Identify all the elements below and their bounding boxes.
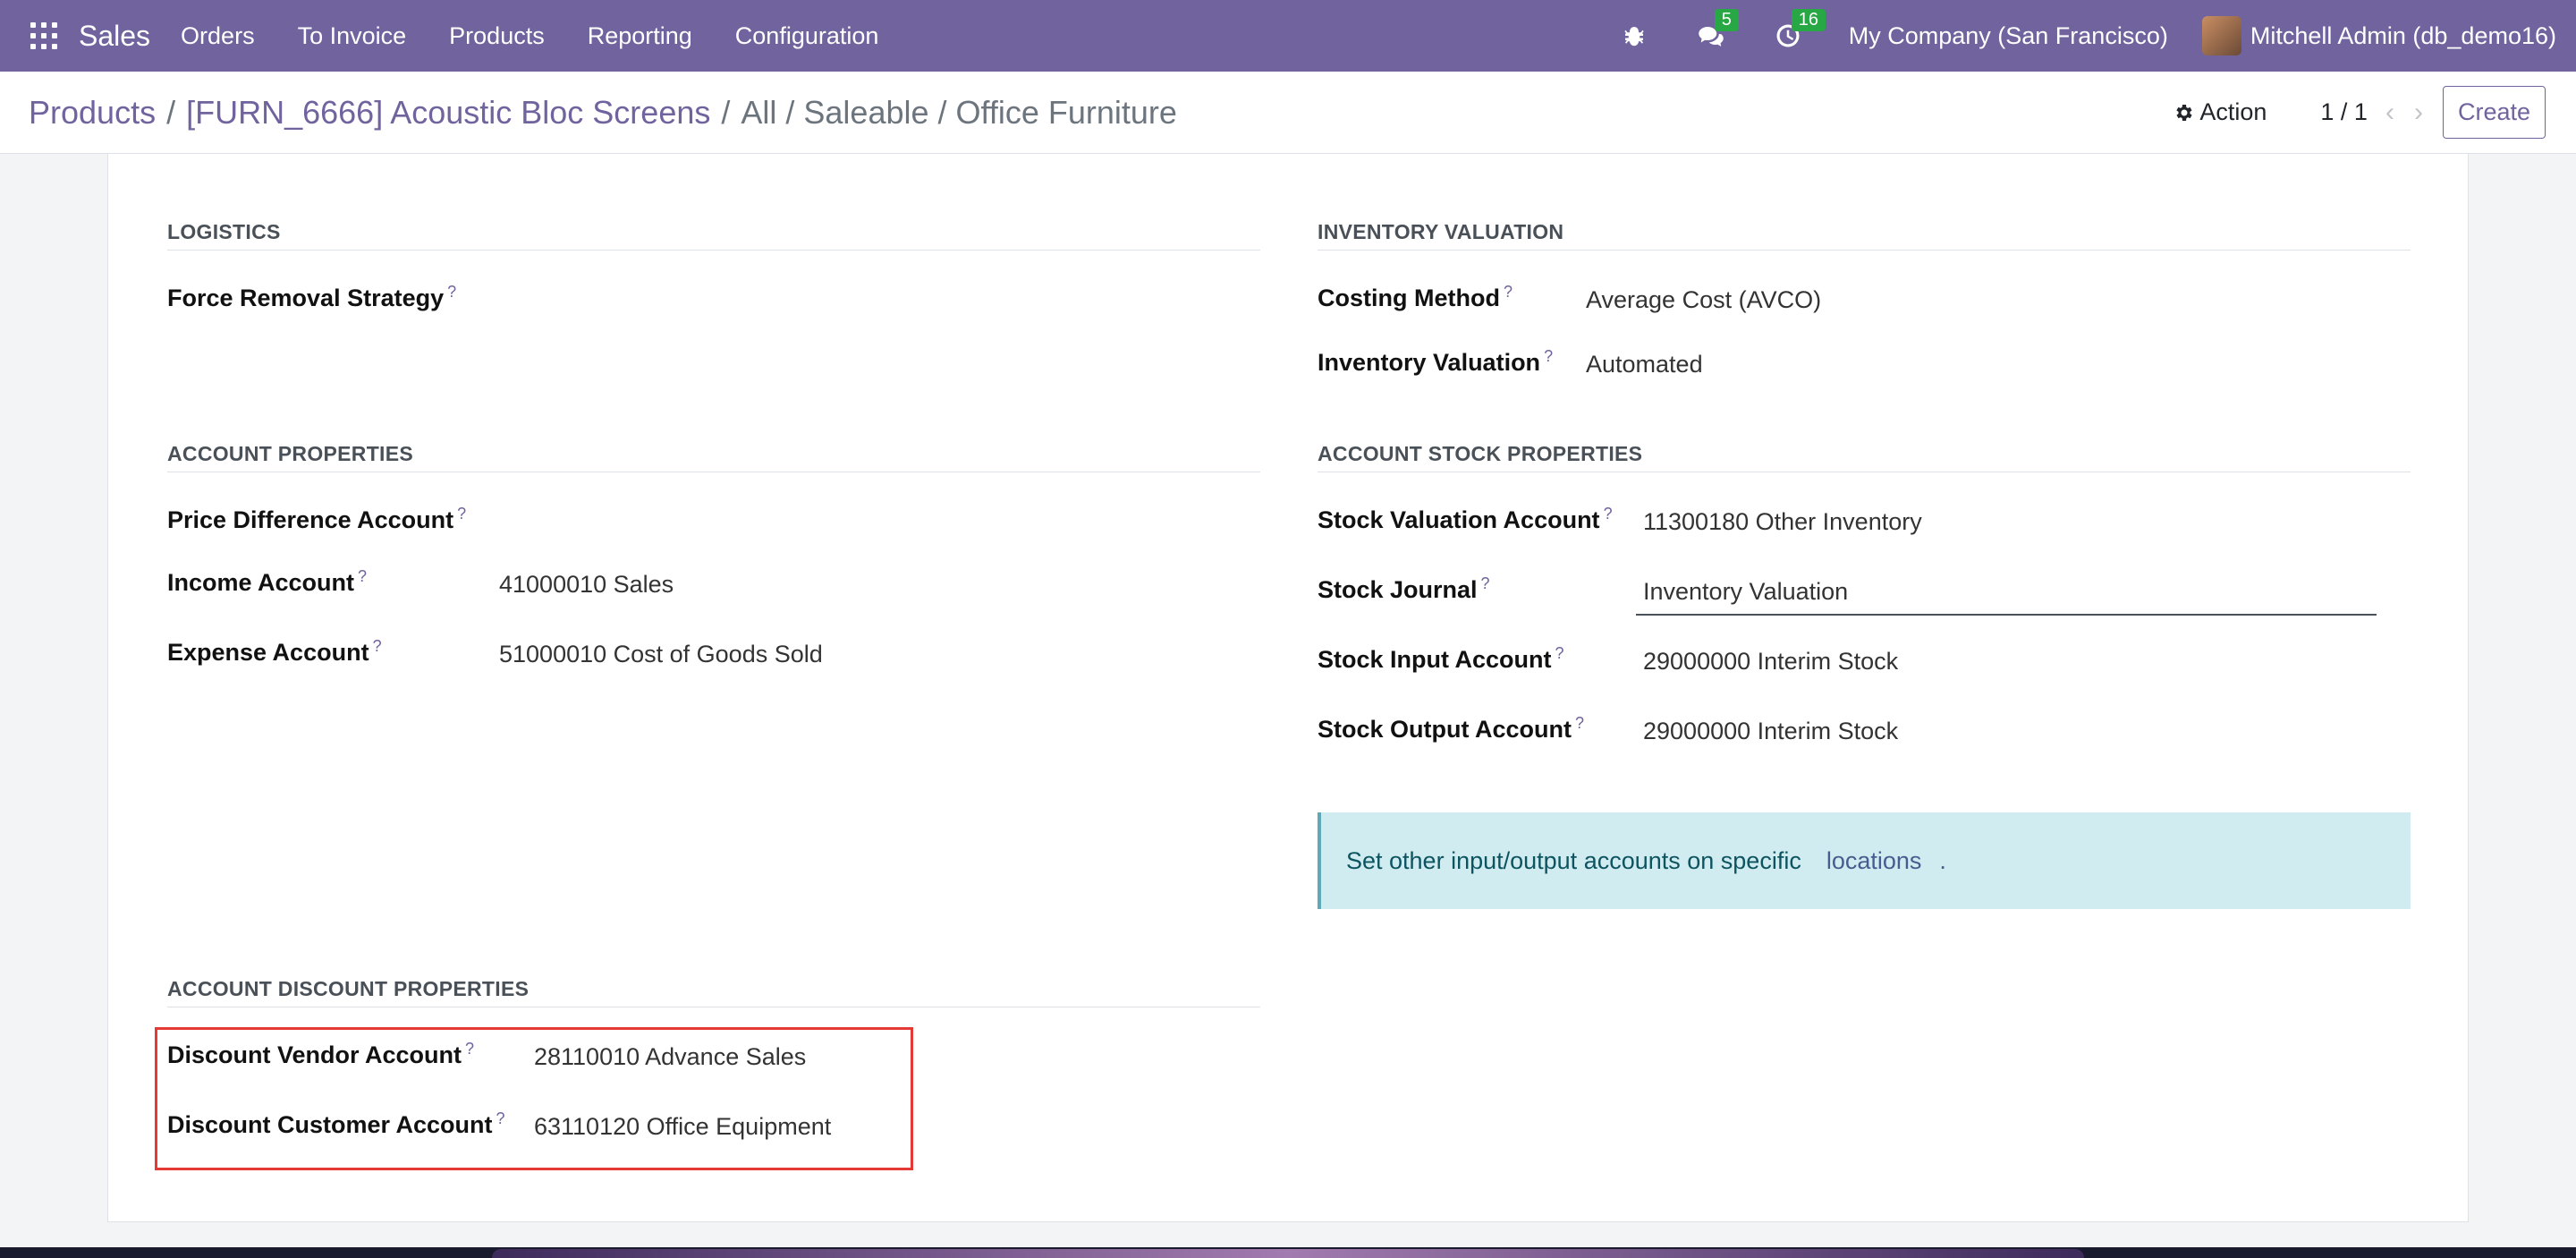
breadcrumb-separator: / bbox=[721, 93, 731, 131]
app-menu-icon[interactable] bbox=[30, 22, 57, 49]
account-properties-group: ACCOUNT PROPERTIES bbox=[167, 442, 1260, 472]
breadcrumb-category: All / Saleable / Office Furniture bbox=[741, 93, 1177, 131]
force-removal-row: Force Removal Strategy? bbox=[167, 283, 456, 312]
menu-reporting[interactable]: Reporting bbox=[588, 22, 692, 50]
income-account-label: Income Account? bbox=[167, 567, 368, 596]
breadcrumb-products[interactable]: Products bbox=[29, 94, 156, 132]
locations-link[interactable]: locations bbox=[1826, 847, 1922, 875]
help-icon: ? bbox=[1503, 283, 1513, 301]
control-panel: Products / [FURN_6666] Acoustic Bloc Scr… bbox=[0, 72, 2576, 154]
help-icon: ? bbox=[1603, 505, 1613, 523]
help-icon: ? bbox=[1480, 574, 1490, 592]
inventory-valuation-row: Inventory Valuation? bbox=[1318, 347, 1553, 377]
action-label: Action bbox=[2199, 98, 2267, 125]
inventory-valuation-title: INVENTORY VALUATION bbox=[1318, 220, 2411, 251]
menu-products[interactable]: Products bbox=[449, 22, 545, 50]
expense-account-row: Expense Account? bbox=[167, 637, 382, 667]
logistics-group: LOGISTICS bbox=[167, 220, 1260, 251]
menu-to-invoice[interactable]: To Invoice bbox=[298, 22, 407, 50]
menu-orders[interactable]: Orders bbox=[181, 22, 255, 50]
account-stock-properties-title: ACCOUNT STOCK PROPERTIES bbox=[1318, 442, 2411, 472]
help-icon: ? bbox=[447, 283, 457, 301]
user-menu[interactable]: Mitchell Admin (db_demo16) bbox=[2250, 22, 2556, 50]
stock-valuation-account-value[interactable]: 11300180 Other Inventory bbox=[1643, 508, 1922, 536]
inventory-valuation-group: INVENTORY VALUATION bbox=[1318, 220, 2411, 251]
top-navbar: Sales Orders To Invoice Products Reporti… bbox=[0, 0, 2576, 72]
menu-configuration[interactable]: Configuration bbox=[735, 22, 879, 50]
logistics-title: LOGISTICS bbox=[167, 220, 1260, 251]
stock-valuation-account-label: Stock Valuation Account? bbox=[1318, 505, 1613, 533]
account-properties-title: ACCOUNT PROPERTIES bbox=[167, 442, 1260, 472]
chat-icon[interactable]: 5 bbox=[1695, 9, 1739, 52]
alert-period: . bbox=[1939, 846, 1946, 874]
stock-input-account-value[interactable]: 29000000 Interim Stock bbox=[1643, 648, 1898, 676]
help-icon: ? bbox=[457, 505, 467, 523]
help-icon: ? bbox=[1555, 644, 1564, 662]
help-icon: ? bbox=[1575, 714, 1585, 732]
force-removal-label: Force Removal Strategy? bbox=[167, 283, 457, 311]
stock-journal-input[interactable]: Inventory Valuation bbox=[1643, 578, 1848, 606]
stock-journal-row: Stock Journal? bbox=[1318, 574, 1490, 604]
dock-edge bbox=[492, 1249, 2084, 1258]
costing-method-value[interactable]: Average Cost (AVCO) bbox=[1586, 286, 1821, 314]
account-discount-properties-title: ACCOUNT DISCOUNT PROPERTIES bbox=[167, 977, 1260, 1007]
stock-output-account-label: Stock Output Account? bbox=[1318, 714, 1585, 743]
income-account-row: Income Account? bbox=[167, 567, 367, 597]
chat-count-badge: 5 bbox=[1714, 9, 1739, 31]
income-account-value[interactable]: 41000010 Sales bbox=[499, 571, 674, 599]
help-icon: ? bbox=[358, 567, 368, 585]
form-sheet: LOGISTICS Force Removal Strategy? INVENT… bbox=[107, 154, 2469, 1222]
stock-input-account-row: Stock Input Account? bbox=[1318, 644, 1564, 674]
alert-text: Set other input/output accounts on speci… bbox=[1346, 846, 1801, 874]
accounts-info-alert: Set other input/output accounts on speci… bbox=[1318, 812, 2411, 909]
activity-clock-icon[interactable]: 16 bbox=[1772, 9, 1826, 52]
stock-journal-label: Stock Journal? bbox=[1318, 574, 1490, 603]
help-icon: ? bbox=[1544, 347, 1554, 365]
avatar[interactable] bbox=[2201, 16, 2241, 55]
expense-account-value[interactable]: 51000010 Cost of Goods Sold bbox=[499, 641, 823, 668]
breadcrumb: Products / [FURN_6666] Acoustic Bloc Scr… bbox=[29, 94, 1177, 132]
costing-method-label: Costing Method? bbox=[1318, 283, 1513, 311]
account-stock-properties-group: ACCOUNT STOCK PROPERTIES bbox=[1318, 442, 2411, 472]
bug-icon[interactable] bbox=[1618, 20, 1650, 52]
stock-output-account-value[interactable]: 29000000 Interim Stock bbox=[1643, 718, 1898, 745]
account-discount-properties-group: ACCOUNT DISCOUNT PROPERTIES bbox=[167, 977, 1260, 1007]
chevron-left-icon[interactable]: ‹ bbox=[2385, 98, 2394, 128]
stock-output-account-row: Stock Output Account? bbox=[1318, 714, 1584, 744]
inventory-valuation-value[interactable]: Automated bbox=[1586, 351, 1703, 378]
breadcrumb-separator: / bbox=[166, 93, 176, 131]
stock-valuation-account-row: Stock Valuation Account? bbox=[1318, 505, 1613, 534]
company-switcher[interactable]: My Company (San Francisco) bbox=[1849, 22, 2168, 50]
stock-journal-underline bbox=[1636, 614, 2377, 616]
pager-value[interactable]: 1 / 1 bbox=[2320, 98, 2368, 126]
chevron-right-icon[interactable]: › bbox=[2414, 98, 2423, 128]
breadcrumb-record[interactable]: [FURN_6666] Acoustic Bloc Screens bbox=[186, 94, 710, 132]
gear-icon bbox=[2176, 104, 2192, 121]
app-name[interactable]: Sales bbox=[79, 20, 150, 53]
inventory-valuation-label: Inventory Valuation? bbox=[1318, 347, 1554, 376]
discount-accounts-highlight bbox=[155, 1027, 913, 1170]
create-button[interactable]: Create bbox=[2442, 86, 2546, 139]
price-diff-label: Price Difference Account? bbox=[167, 505, 467, 533]
activity-count-badge: 16 bbox=[1791, 9, 1826, 31]
help-icon: ? bbox=[372, 637, 382, 655]
expense-account-label: Expense Account? bbox=[167, 637, 382, 666]
action-button[interactable]: Action bbox=[2173, 98, 2267, 126]
stock-input-account-label: Stock Input Account? bbox=[1318, 644, 1564, 673]
price-diff-row: Price Difference Account? bbox=[167, 505, 466, 534]
costing-method-row: Costing Method? bbox=[1318, 283, 1513, 312]
